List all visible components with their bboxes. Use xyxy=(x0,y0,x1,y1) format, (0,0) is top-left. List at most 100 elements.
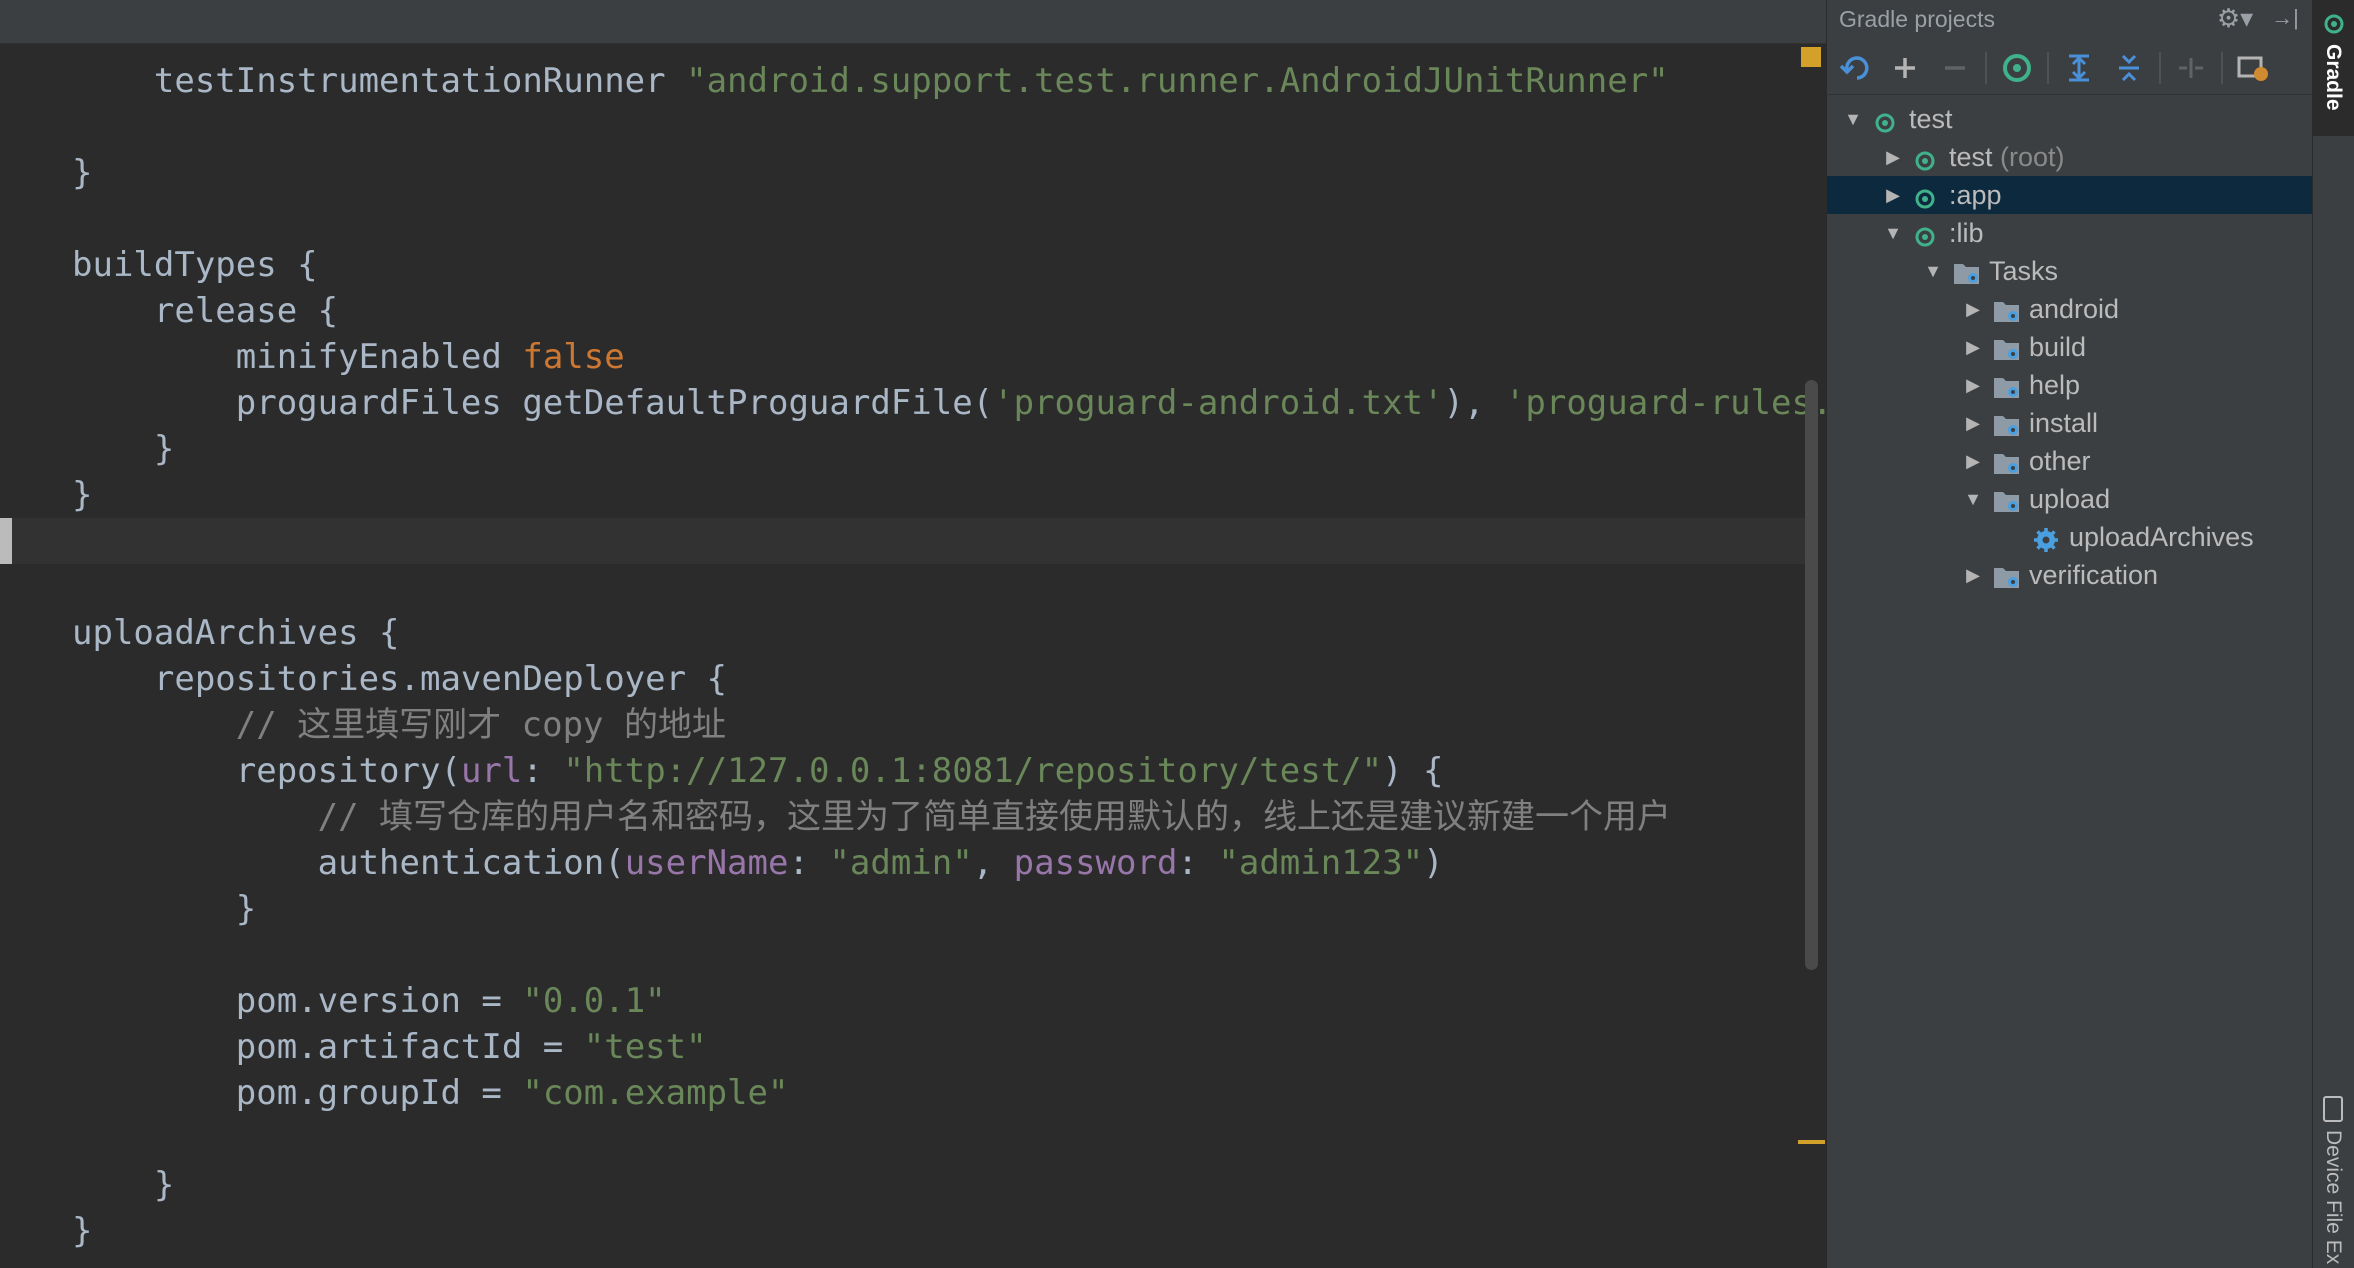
code-token: "admin123" xyxy=(1218,843,1424,883)
expand-arrow-icon[interactable]: ▶ xyxy=(1881,138,1905,176)
code-line[interactable]: pom.groupId = "com.example" xyxy=(72,1070,789,1116)
code-token: minifyEnabled xyxy=(72,337,523,377)
tree-node[interactable]: ▼ :lib xyxy=(1827,214,2313,252)
tree-node[interactable]: ▼ upload xyxy=(1827,480,2313,518)
code-line[interactable]: } xyxy=(72,1208,92,1254)
expand-arrow-icon[interactable]: ▶ xyxy=(1961,442,1985,480)
collapse-all-icon[interactable] xyxy=(2109,48,2149,88)
gradle-tool-tab[interactable]: Gradle xyxy=(2313,0,2354,136)
expand-arrow-icon[interactable]: ▶ xyxy=(1961,404,1985,442)
device-file-explorer-tab[interactable]: Device File Ex xyxy=(2313,1090,2354,1268)
collapse-arrow-icon[interactable]: ▼ xyxy=(1881,214,1905,252)
code-token: ) { xyxy=(1382,751,1444,791)
add-icon[interactable] xyxy=(1885,48,1925,88)
collapse-arrow-icon[interactable]: ▼ xyxy=(1961,480,1985,518)
code-line[interactable]: release { xyxy=(72,288,338,334)
code-line[interactable]: } xyxy=(72,150,92,196)
tree-node[interactable]: ▶ help xyxy=(1827,366,2313,404)
warning-stripe-marker[interactable] xyxy=(1798,1140,1825,1144)
code-line[interactable]: } xyxy=(72,426,174,472)
tree-node-text: :app xyxy=(1949,180,2002,210)
tree-node-label: upload xyxy=(2029,480,2110,518)
refresh-icon[interactable] xyxy=(1837,48,1877,88)
task-folder-icon xyxy=(1993,486,2021,512)
code-line[interactable]: minifyEnabled false xyxy=(72,334,625,380)
code-lines[interactable]: testInstrumentationRunner "android.suppo… xyxy=(0,0,1826,1268)
code-token: } xyxy=(72,429,175,469)
code-line[interactable]: authentication(userName: "admin", passwo… xyxy=(72,840,1444,886)
code-line[interactable]: pom.artifactId = "test" xyxy=(72,1024,707,1070)
toolbar-separator xyxy=(2159,52,2161,84)
tree-node-label: android xyxy=(2029,290,2119,328)
code-token: pom.artifactId = xyxy=(72,1027,584,1067)
collapse-arrow-icon[interactable]: ▼ xyxy=(1841,100,1865,138)
code-line[interactable]: repositories.mavenDeployer { xyxy=(72,656,727,702)
task-folder-icon xyxy=(1993,372,2021,398)
expand-arrow-icon[interactable]: ▶ xyxy=(1961,290,1985,328)
gradle-module-icon xyxy=(1913,221,1937,247)
code-line[interactable]: // 填写仓库的用户名和密码，这里为了简单直接使用默认的，线上还是建议新建一个用… xyxy=(72,794,1671,840)
settings-run-icon[interactable] xyxy=(2233,48,2273,88)
code-editor[interactable]: testInstrumentationRunner "android.suppo… xyxy=(0,0,1826,1268)
task-folder-icon xyxy=(1993,410,2021,436)
hide-panel-icon[interactable]: →| xyxy=(2267,2,2303,34)
tree-node[interactable]: ▶ test (root) xyxy=(1827,138,2313,176)
link-icon[interactable] xyxy=(2171,48,2211,88)
expand-arrow-icon[interactable]: ▶ xyxy=(1881,176,1905,214)
settings-gear-icon[interactable]: ⚙▾ xyxy=(2213,2,2257,34)
code-line[interactable]: proguardFiles getDefaultProguardFile('pr… xyxy=(72,380,1826,426)
remove-icon[interactable] xyxy=(1935,48,1975,88)
code-line[interactable]: buildTypes { xyxy=(72,242,318,288)
tree-node-label: :lib xyxy=(1949,214,1984,252)
tree-node[interactable]: ▶ android xyxy=(1827,290,2313,328)
code-line[interactable]: pom.version = "0.0.1" xyxy=(72,978,666,1024)
task-folder-icon xyxy=(1953,258,1981,284)
code-token: proguardFiles getDefaultProguardFile( xyxy=(72,383,994,423)
code-token: // 填写仓库的用户名和密码，这里为了简单直接使用默认的，线上还是建议新建一个用… xyxy=(72,797,1672,837)
tree-node-label: test xyxy=(1909,100,1953,138)
tree-node[interactable]: ▶ install xyxy=(1827,404,2313,442)
tree-node-text: upload xyxy=(2029,484,2111,514)
tree-node[interactable]: uploadArchives xyxy=(1827,518,2313,556)
tree-node-label: build xyxy=(2029,328,2086,366)
code-line[interactable]: } xyxy=(72,1162,174,1208)
tree-node[interactable]: ▶ :app xyxy=(1827,176,2313,214)
tree-node[interactable]: ▼ test xyxy=(1827,100,2313,138)
tree-node-text: uploadArchives xyxy=(2069,522,2254,552)
task-folder-icon xyxy=(1993,562,2021,588)
code-line[interactable]: repository(url: "http://127.0.0.1:8081/r… xyxy=(72,748,1444,794)
collapse-arrow-icon[interactable]: ▼ xyxy=(1921,252,1945,290)
code-line[interactable]: // 这里填写刚才 copy 的地址 xyxy=(72,702,726,748)
warning-indicator-icon[interactable] xyxy=(1801,47,1821,67)
tree-node[interactable]: ▶ other xyxy=(1827,442,2313,480)
code-line[interactable]: testInstrumentationRunner "android.suppo… xyxy=(72,58,1669,104)
code-token: : xyxy=(522,751,564,791)
code-line[interactable]: } xyxy=(72,472,92,518)
expand-arrow-icon[interactable]: ▶ xyxy=(1961,556,1985,594)
code-line[interactable]: uploadArchives { xyxy=(72,610,400,656)
code-token: : xyxy=(788,843,830,883)
tree-node[interactable]: ▶ build xyxy=(1827,328,2313,366)
tree-node[interactable]: ▶ verification xyxy=(1827,556,2313,594)
tree-node-text: Tasks xyxy=(1989,256,2059,286)
task-folder-icon xyxy=(1993,448,2021,474)
tree-node-text: build xyxy=(2029,332,2087,362)
task-folder-icon xyxy=(1993,296,2021,322)
code-token: "test" xyxy=(583,1027,707,1067)
code-token: false xyxy=(522,337,625,377)
expand-all-icon[interactable] xyxy=(2059,48,2099,88)
gradle-run-icon[interactable] xyxy=(1997,48,2037,88)
code-line[interactable]: } xyxy=(72,886,256,932)
code-token: pom.version = xyxy=(72,981,523,1021)
code-token: password xyxy=(1013,843,1178,883)
tree-node-label: other xyxy=(2029,442,2091,480)
toolbar-separator xyxy=(2221,52,2223,84)
tree-node[interactable]: ▼ Tasks xyxy=(1827,252,2313,290)
editor-scrollbar[interactable] xyxy=(1805,380,1818,970)
tree-node-label: install xyxy=(2029,404,2098,442)
expand-arrow-icon[interactable]: ▶ xyxy=(1961,366,1985,404)
expand-arrow-icon[interactable]: ▶ xyxy=(1961,328,1985,366)
tree-node-label: verification xyxy=(2029,556,2158,594)
code-token: "android.support.test.runner.AndroidJUni… xyxy=(686,61,1669,101)
code-token: repository( xyxy=(72,751,461,791)
